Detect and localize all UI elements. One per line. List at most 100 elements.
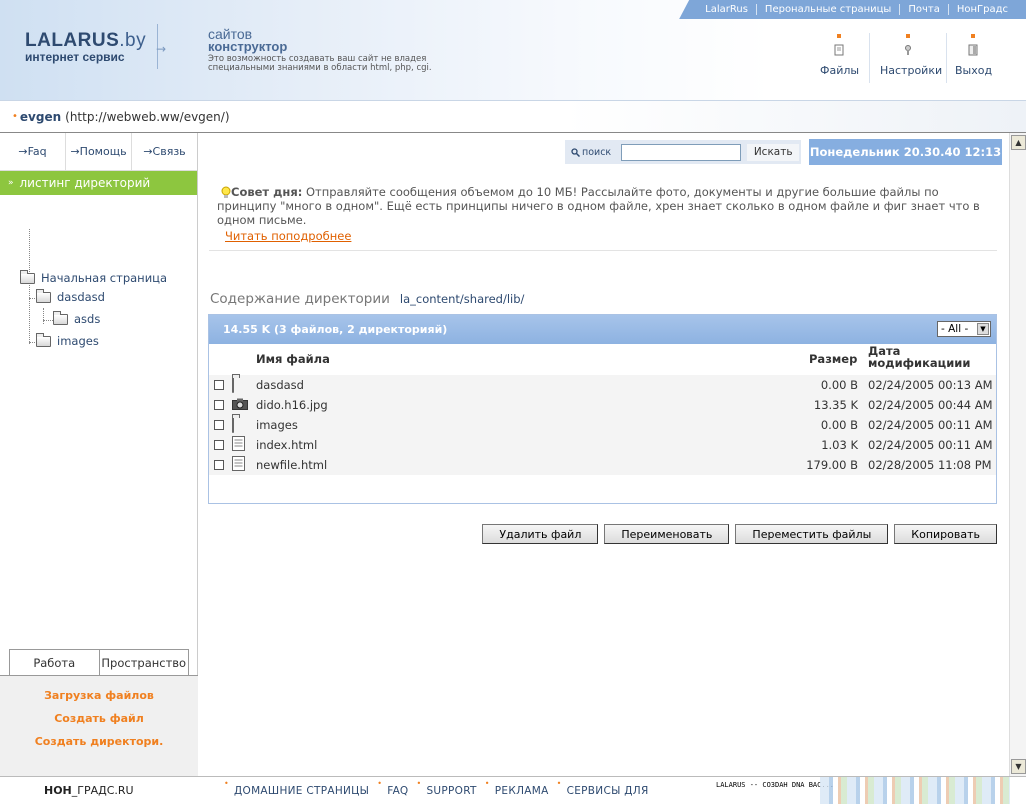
settings-button-label: Настройки [880, 64, 943, 77]
create-file-link[interactable]: Создать файл [0, 707, 198, 730]
top-link-nongrads[interactable]: НонГрадс [947, 4, 1016, 15]
column-name[interactable]: Имя файла [256, 352, 330, 366]
file-size: 179.00 B [806, 458, 858, 472]
footer-link-advertising[interactable]: РЕКЛАМА [483, 779, 555, 797]
delete-file-button[interactable]: Удалить файл [482, 524, 599, 544]
exit-button[interactable]: Выход [955, 34, 993, 77]
site-logo[interactable]: LALARUS.by интернет сервис [25, 30, 146, 64]
header-divider [946, 33, 947, 83]
copy-button[interactable]: Копировать [894, 524, 997, 544]
footer-brand[interactable]: НОН_ГРАДС.RU [44, 784, 134, 797]
top-link-lalarus[interactable]: LalarRus [697, 4, 756, 15]
tree-connector [29, 229, 30, 344]
search-label-text: поиск [582, 146, 612, 158]
settings-button[interactable]: Настройки [880, 34, 942, 77]
row-checkbox[interactable] [214, 380, 224, 390]
folder-icon [20, 269, 35, 284]
slogan-line2: конструктор [208, 39, 288, 54]
table-row[interactable]: index.html 1.03 K 02/24/2005 00:11 AM [209, 435, 996, 455]
file-name[interactable]: index.html [256, 438, 317, 452]
slogan-description: Это возможность создавать ваш сайт не вл… [208, 54, 432, 73]
site-footer: НОН_ГРАДС.RU ДОМАШНИЕ СТРАНИЦЫ FAQ SUPPO… [0, 776, 1026, 804]
logo-brand: LALARUS [25, 30, 120, 51]
search-button[interactable]: Искать [747, 143, 800, 161]
file-date: 02/24/2005 00:13 AM [868, 378, 993, 392]
files-button[interactable]: Файлы [820, 34, 860, 77]
arrow-right-icon: → [143, 145, 153, 158]
create-directory-link[interactable]: Создать директори. [0, 730, 198, 753]
tip-read-more-link[interactable]: Читать поподробнее [225, 229, 351, 243]
tip-of-the-day: Совет дня: Отправляйте сообщения объемом… [217, 185, 997, 243]
top-link-mail[interactable]: Почта [899, 4, 948, 15]
username-link[interactable]: evgen [20, 110, 61, 124]
tab-work[interactable]: Работа [9, 649, 100, 676]
row-checkbox[interactable] [214, 420, 224, 430]
row-checkbox[interactable] [214, 440, 224, 450]
tree-item-images[interactable]: images [36, 332, 99, 348]
table-row[interactable]: images 0.00 B 02/24/2005 00:11 AM [209, 415, 996, 435]
scroll-down-icon[interactable]: ▼ [1011, 759, 1026, 774]
table-row[interactable]: newfile.html 179.00 B 02/28/2005 11:08 PM [209, 455, 996, 475]
column-date[interactable]: Дата модификациии [868, 345, 970, 369]
top-link-personal-pages[interactable]: Перональные страницы [755, 4, 899, 15]
tree-item-label: Начальная страница [41, 271, 168, 285]
file-size: 0.00 B [820, 378, 858, 392]
footer-link-services[interactable]: СЕРВИСЫ ДЛЯ [555, 779, 655, 797]
scroll-up-icon[interactable]: ▲ [1011, 135, 1026, 150]
bullet-icon [837, 34, 841, 38]
files-button-label: Файлы [820, 64, 860, 77]
row-checkbox[interactable] [214, 400, 224, 410]
file-listing: 14.55 K (3 файлов, 2 директорияй) - All … [208, 314, 997, 504]
sidebar-link-label: Faq [27, 145, 47, 158]
sidebar-link-help[interactable]: → Помощь [66, 133, 132, 170]
folder-icon [36, 332, 51, 347]
file-name[interactable]: images [256, 418, 298, 432]
tree-item-label: asds [74, 312, 101, 326]
file-name[interactable]: newfile.html [256, 458, 327, 472]
folder-icon [232, 417, 234, 433]
search-input[interactable] [621, 143, 742, 161]
filter-select[interactable]: - All - ▼ [937, 321, 991, 337]
tree-item-home[interactable]: Начальная страница [20, 269, 168, 285]
file-date: 02/28/2005 11:08 PM [868, 458, 992, 472]
file-listing-header: 14.55 K (3 файлов, 2 директорияй) - All … [209, 315, 996, 344]
search-bar: поиск Искать [565, 140, 801, 164]
sidebar-link-contact[interactable]: → Связь [132, 133, 197, 170]
tree-item-dasdasd[interactable]: dasdasd [36, 288, 105, 304]
table-row[interactable]: dasdasd 0.00 B 02/24/2005 00:13 AM [209, 375, 996, 395]
tree-item-asds[interactable]: asds [53, 310, 101, 326]
tree-item-label: dasdasd [57, 290, 105, 304]
file-type-icon [232, 436, 245, 454]
camera-icon [232, 398, 248, 410]
site-header: LalarRus Перональные страницы Почта НонГ… [0, 0, 1026, 101]
exit-button-label: Выход [955, 64, 993, 77]
logo-subtitle: интернет сервис [25, 50, 125, 64]
row-checkbox[interactable] [214, 460, 224, 470]
table-row[interactable]: dido.h16.jpg 13.35 K 02/24/2005 00:44 AM [209, 395, 996, 415]
sidebar-link-label: Помощь [79, 145, 127, 158]
tab-space[interactable]: Пространство [99, 649, 189, 676]
file-name[interactable]: dido.h16.jpg [256, 398, 328, 412]
file-actions: Удалить файл Переименовать Переместить ф… [482, 524, 997, 544]
sidebar-actions: Загрузка файлов Создать файл Создать дир… [0, 675, 198, 776]
bullet-icon [906, 34, 910, 38]
column-size[interactable]: Размер [809, 352, 857, 366]
footer-link-faq[interactable]: FAQ [375, 779, 414, 797]
folder-icon [53, 310, 68, 325]
vertical-scrollbar[interactable]: ▲ ▼ [1009, 133, 1026, 776]
file-size: 1.03 K [821, 438, 858, 452]
footer-link-support[interactable]: SUPPORT [414, 779, 482, 797]
footer-link-home-pages[interactable]: ДОМАШНИЕ СТРАНИЦЫ [222, 779, 375, 797]
file-date: 02/24/2005 00:11 AM [868, 438, 993, 452]
chevron-down-icon: ▼ [977, 323, 989, 335]
file-type-icon [232, 398, 248, 413]
filter-value: - All - [941, 323, 969, 335]
bullet-icon [971, 34, 975, 38]
move-files-button[interactable]: Переместить файлы [735, 524, 889, 544]
search-label: поиск [571, 147, 611, 158]
file-name[interactable]: dasdasd [256, 378, 304, 392]
file-date: 02/24/2005 00:44 AM [868, 398, 993, 412]
rename-button[interactable]: Переименовать [604, 524, 730, 544]
upload-files-link[interactable]: Загрузка файлов [0, 684, 198, 707]
sidebar-link-faq[interactable]: → Faq [0, 133, 66, 170]
